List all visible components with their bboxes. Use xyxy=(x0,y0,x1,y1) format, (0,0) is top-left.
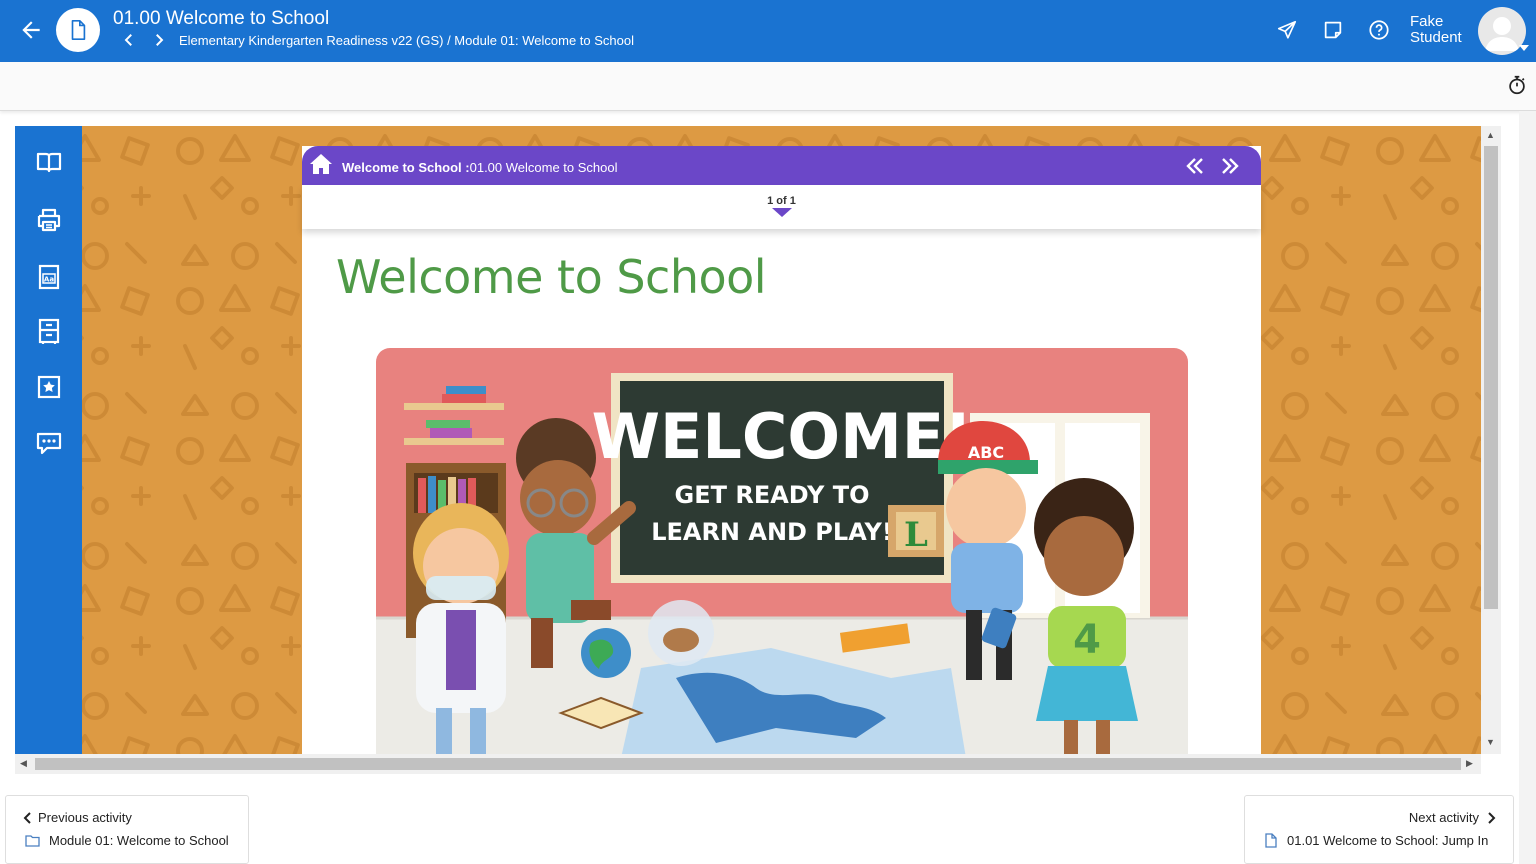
next-activity-link[interactable]: Next activity 01.01 Welcome to School: J… xyxy=(1244,795,1514,864)
chalkboard-line2: LEARN AND PLAY! xyxy=(651,518,893,546)
scroll-left-arrow[interactable]: ◀ xyxy=(20,758,27,769)
svg-text:Aa: Aa xyxy=(44,276,54,284)
lesson-card: Welcome to School :01.00 Welcome to Scho… xyxy=(302,146,1261,754)
lesson-header: Welcome to School :01.00 Welcome to Scho… xyxy=(302,146,1261,185)
frame-horizontal-scrollbar[interactable]: ◀ ▶ xyxy=(15,754,1481,774)
notes-icon[interactable] xyxy=(1322,19,1344,41)
scroll-thumb[interactable] xyxy=(35,758,1461,770)
shirt-number: 4 xyxy=(1073,617,1101,663)
chevron-right-icon[interactable] xyxy=(150,31,168,49)
top-header: 01.00 Welcome to School Elementary Kinde… xyxy=(0,0,1536,62)
chevron-left-icon[interactable] xyxy=(120,31,138,49)
lesson-title: Welcome to School :01.00 Welcome to Scho… xyxy=(342,160,618,175)
toolbar xyxy=(0,62,1536,111)
book-icon[interactable] xyxy=(35,148,63,176)
print-icon[interactable] xyxy=(35,206,63,234)
scroll-down-arrow[interactable]: ▼ xyxy=(1486,737,1495,747)
chat-icon[interactable] xyxy=(35,429,63,457)
tool-rail: Aa xyxy=(15,126,82,754)
lesson-heading: Welcome to School xyxy=(336,250,767,304)
glossary-icon[interactable]: Aa xyxy=(35,263,63,291)
stopwatch-icon[interactable] xyxy=(1506,74,1528,96)
document-icon xyxy=(1265,833,1277,848)
chevron-down-icon[interactable] xyxy=(1519,44,1529,52)
cabinet-icon[interactable] xyxy=(35,317,63,345)
double-chevron-left-icon[interactable] xyxy=(1185,156,1205,176)
breadcrumb[interactable]: Elementary Kindergarten Readiness v22 (G… xyxy=(179,33,634,48)
send-icon[interactable] xyxy=(1276,19,1298,41)
welcome-illustration: WELCOME! GET READY TO LEARN AND PLAY! L xyxy=(376,348,1188,754)
double-chevron-right-icon[interactable] xyxy=(1220,156,1240,176)
back-arrow-icon[interactable] xyxy=(18,17,44,43)
folder-icon xyxy=(25,835,40,847)
document-icon xyxy=(56,8,100,52)
scroll-up-arrow[interactable]: ▲ xyxy=(1486,130,1495,140)
page-vertical-scrollbar[interactable] xyxy=(1519,111,1536,864)
previous-activity-link[interactable]: Previous activity Module 01: Welcome to … xyxy=(5,795,249,864)
scroll-thumb[interactable] xyxy=(1484,146,1498,609)
letter-block: L xyxy=(904,515,928,555)
page-indicator[interactable]: 1 of 1 xyxy=(302,185,1261,229)
home-icon[interactable] xyxy=(309,153,333,175)
chevron-left-icon xyxy=(23,812,31,824)
scroll-right-arrow[interactable]: ▶ xyxy=(1466,758,1473,769)
chevron-right-icon xyxy=(1488,812,1496,824)
frame-vertical-scrollbar[interactable]: ▲ ▼ xyxy=(1481,126,1501,754)
chalkboard-line1: GET READY TO xyxy=(675,481,870,509)
user-name[interactable]: Fake Student xyxy=(1410,14,1462,46)
help-icon[interactable] xyxy=(1368,19,1390,41)
caret-down-icon[interactable] xyxy=(772,208,792,217)
chalkboard-title: WELCOME! xyxy=(592,400,973,473)
cap-text: ABC xyxy=(968,443,1004,462)
page-title: 01.00 Welcome to School xyxy=(113,8,330,29)
bookmark-star-icon[interactable] xyxy=(35,373,63,401)
